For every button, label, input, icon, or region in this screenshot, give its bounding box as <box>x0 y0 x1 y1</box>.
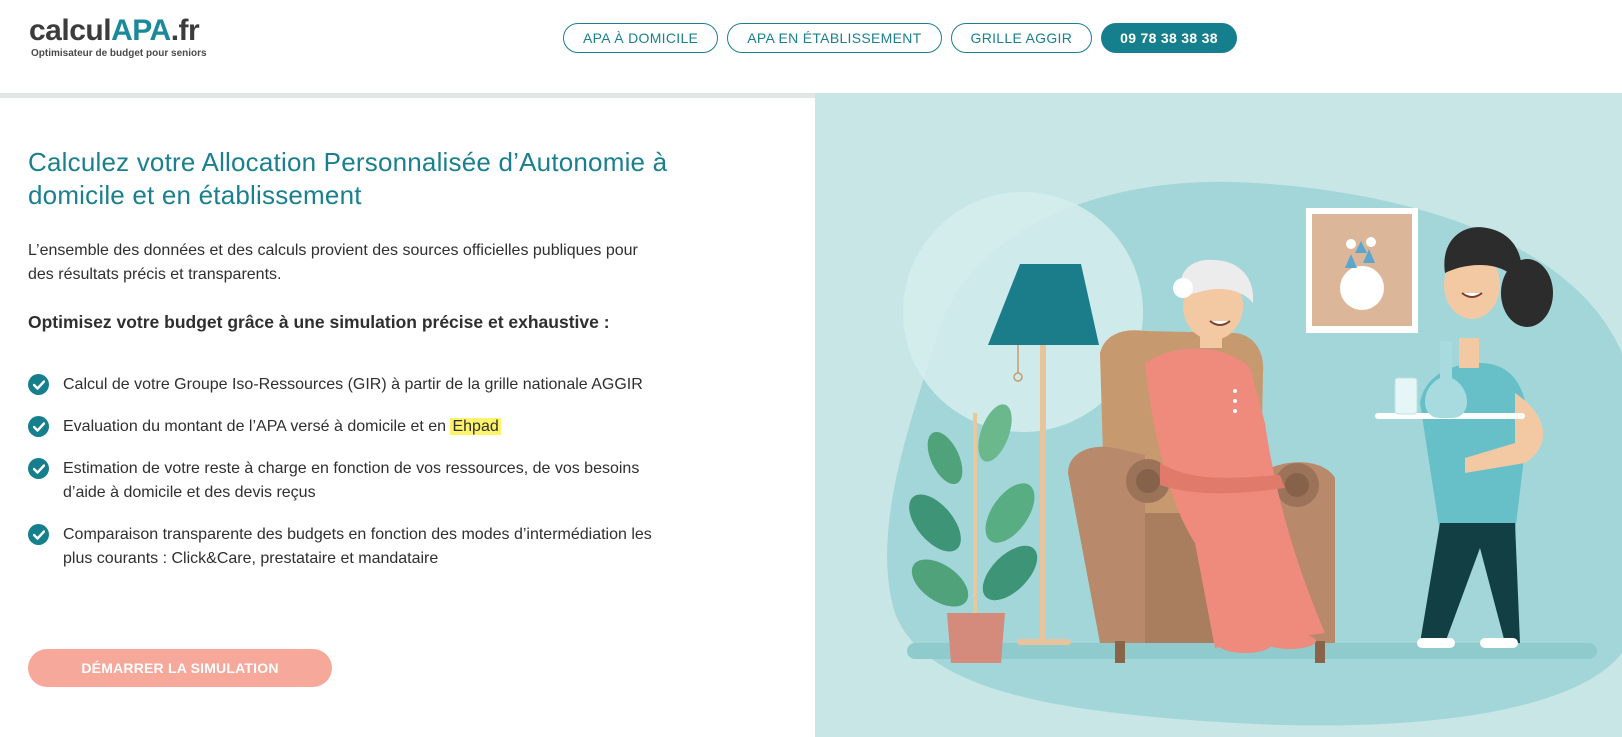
nav-apa-etablissement[interactable]: APA EN ÉTABLISSEMENT <box>727 23 942 53</box>
check-icon <box>28 416 49 437</box>
feature-text: Comparaison transparente des budgets en … <box>63 526 652 567</box>
feature-text: Calcul de votre Groupe Iso-Ressources (G… <box>63 376 643 393</box>
feature-text: Evaluation du montant de l’APA versé à d… <box>63 415 501 439</box>
logo-part-apa: APA <box>111 14 171 47</box>
feature-text-start: Evaluation du montant de l’APA versé à d… <box>63 418 451 435</box>
logo-tagline: Optimisateur de budget pour seniors <box>31 48 207 59</box>
intro-text: L’ensemble des données et des calculs pr… <box>28 242 638 283</box>
start-simulation-button[interactable]: DÉMARRER LA SIMULATION <box>28 649 332 687</box>
feature-item-reste-charge: Estimation de votre reste à charge en fo… <box>28 457 668 505</box>
ehpad-highlight: Ehpad <box>450 418 501 435</box>
site-header: calculAPA.fr Optimisateur de budget pour… <box>0 0 1622 93</box>
feature-text: Estimation de votre reste à charge en fo… <box>63 460 640 501</box>
feature-item-comparaison: Comparaison transparente des budgets en … <box>28 523 668 571</box>
main-nav: APA À DOMICILE APA EN ÉTABLISSEMENT GRIL… <box>563 23 1237 53</box>
logo[interactable]: calculAPA.fr Optimisateur de budget pour… <box>29 14 207 59</box>
feature-item-gir: Calcul de votre Groupe Iso-Ressources (G… <box>28 373 668 397</box>
phone-button[interactable]: 09 78 38 38 38 <box>1101 23 1237 53</box>
check-icon <box>28 458 49 479</box>
senior-care-illustration <box>815 93 1622 737</box>
logo-wordmark: calculAPA.fr <box>29 14 207 48</box>
logo-part-tld: .fr <box>170 14 200 47</box>
header-divider <box>0 93 815 98</box>
nav-apa-domicile[interactable]: APA À DOMICILE <box>563 23 719 53</box>
illustration-svg <box>887 181 1622 726</box>
feature-item-montant: Evaluation du montant de l’APA versé à d… <box>28 415 668 439</box>
logo-part-calcul: calcul <box>29 14 112 47</box>
check-icon <box>28 374 49 395</box>
feature-list: Calcul de votre Groupe Iso-Ressources (G… <box>28 373 668 589</box>
nav-grille-aggir[interactable]: GRILLE AGGIR <box>950 23 1093 53</box>
check-icon <box>28 524 49 545</box>
page-title: Calculez votre Allocation Personnalisée … <box>28 147 668 210</box>
features-subtitle: Optimisez votre budget grâce à une simul… <box>28 312 610 332</box>
